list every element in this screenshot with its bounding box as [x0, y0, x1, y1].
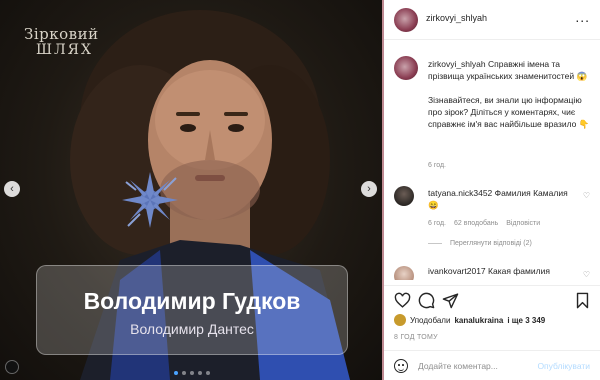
post-header: zirkovyi_shlyah ...	[384, 0, 600, 40]
comment-likes[interactable]: 62 вподобань	[454, 220, 498, 227]
liked-by-prefix: Уподобали	[410, 315, 451, 325]
reply-button[interactable]: Відповісти	[506, 220, 540, 227]
emoji-icon[interactable]	[394, 359, 408, 373]
commenter-avatar[interactable]	[394, 266, 414, 280]
commenter-avatar[interactable]	[394, 186, 414, 206]
carousel-next-button[interactable]: ›	[361, 181, 377, 197]
publish-button[interactable]: Опублікувати	[537, 361, 590, 371]
stage-name: Володимир Гудков	[83, 288, 301, 314]
view-replies-label: Переглянути відповіді (2)	[450, 240, 532, 247]
caption-username[interactable]: zirkovyi_shlyah	[428, 59, 486, 69]
comment-icon[interactable]	[418, 292, 435, 309]
author-avatar[interactable]	[394, 8, 418, 32]
carousel-dot	[198, 371, 202, 375]
carousel-indicator	[174, 371, 210, 375]
comment-meta: 6 год. 62 вподобань Відповісти	[428, 220, 540, 227]
caption-text-2: Зізнавайтеся, ви знали цю інформацію про…	[428, 95, 590, 129]
brand-line-1: Зірковий	[24, 25, 99, 43]
view-replies-button[interactable]: Переглянути відповіді (2)	[428, 240, 532, 247]
commenter-username[interactable]: ivankovart2017	[428, 266, 486, 276]
comments-section[interactable]: zirkovyi_shlyah Справжні імена та прізви…	[384, 48, 600, 280]
comment-text: ivankovart2017 Какая фамилия	[428, 266, 568, 276]
liked-by-count[interactable]: і ще 3 349	[507, 316, 545, 325]
carousel-dot	[182, 371, 186, 375]
brand-line-2: ШЛЯХ	[36, 42, 93, 58]
small-heart-icon[interactable]: ♡	[583, 191, 590, 200]
caption-avatar[interactable]	[394, 56, 418, 80]
heart-icon[interactable]	[394, 292, 411, 309]
add-comment-bar: Опублікувати	[384, 350, 600, 380]
post-image[interactable]: Зірковий ШЛЯХ Володимир Гудков Володимир…	[0, 0, 382, 380]
comment-input[interactable]	[418, 359, 538, 373]
caption-time: 6 год.	[428, 162, 447, 169]
carousel-dot	[190, 371, 194, 375]
post-sidebar: zirkovyi_shlyah ... zirkovyi_shlyah Спра…	[384, 0, 600, 380]
comment-time: 6 год.	[428, 220, 447, 227]
carousel-prev-button[interactable]: ‹	[4, 181, 20, 197]
comment-text: tatyana.nick3452 Фамилия Камалия😄	[428, 187, 568, 211]
brand-logo: Зірковий ШЛЯХ	[24, 26, 99, 58]
comment-body: Какая фамилия	[488, 266, 550, 276]
likes-summary: Уподобали kanalukraina і ще 3 349	[394, 314, 545, 326]
bookmark-icon[interactable]	[575, 292, 590, 309]
caption-text: zirkovyi_shlyah Справжні імена та прізви…	[428, 58, 594, 130]
author-username[interactable]: zirkovyi_shlyah	[426, 13, 487, 23]
more-options-icon[interactable]: ...	[575, 9, 590, 25]
small-heart-icon[interactable]: ♡	[583, 270, 590, 279]
carousel-dot	[206, 371, 210, 375]
liked-by-user[interactable]: kanalukraina	[454, 316, 503, 325]
name-card: Володимир Гудков Володимир Дантес	[36, 265, 348, 355]
liker-avatar[interactable]	[394, 314, 406, 326]
real-name: Володимир Дантес	[130, 321, 254, 337]
replies-divider	[428, 243, 442, 244]
carousel-dot	[174, 371, 178, 375]
commenter-username[interactable]: tatyana.nick3452	[428, 188, 492, 198]
action-bar	[384, 285, 600, 315]
send-icon[interactable]	[442, 292, 459, 309]
tagged-user-icon[interactable]	[5, 360, 19, 374]
posted-time[interactable]: 8 ГОД ТОМУ	[394, 334, 438, 341]
